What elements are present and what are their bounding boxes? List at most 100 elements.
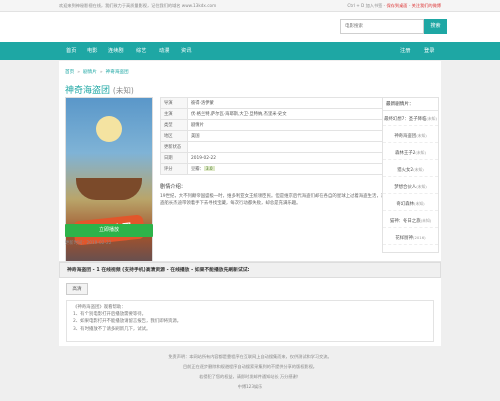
bookmark-hint: Ctrl + D 加入书签 (347, 3, 383, 8)
info-value: 2019-02-22 (187, 152, 389, 164)
sidebar-item[interactable]: 梦想合伙人(未知) (383, 180, 438, 194)
nav-item-news[interactable]: 资讯 (181, 42, 191, 60)
sidebar-item-name: 最终幻想7：圣子降临 (384, 117, 427, 122)
info-key: 类型 (160, 119, 188, 131)
info-key: 日期 (160, 152, 188, 164)
sidebar-item-name: 奇幻森林 (396, 202, 414, 207)
sidebar-title: 最新剧情片： (383, 98, 438, 111)
top-links: Ctrl + D 加入书签 - 保存到桌面 - 关注我们的微博 (347, 3, 441, 9)
info-value: 彼得·洛伊蒙 (187, 97, 389, 109)
welcome-text: 欢迎来到神秘影视在线，我们致力于高质量影视，记住我们的域名 www.13kdx.… (59, 3, 217, 8)
info-key: 评分 (160, 163, 188, 175)
sidebar-item[interactable]: 奇幻森林(未知) (383, 197, 438, 211)
info-value: 剧情片 (187, 119, 389, 131)
play-now-button[interactable]: 立即播放 (65, 224, 153, 237)
movie-title: 神奇海盗团 (65, 86, 111, 96)
nav-item-movies[interactable]: 电影 (87, 42, 97, 60)
sidebar-item-status: (未知) (426, 116, 437, 121)
info-row-status: 更新状态 (160, 141, 389, 153)
header: 搜索 (0, 12, 500, 42)
save-desktop-link[interactable]: 保存到桌面 (387, 3, 408, 8)
top-bar: 欢迎来到神秘影视在线，我们致力于高质量影视，记住我们的域名 www.13kdx.… (0, 0, 500, 12)
info-key: 更新状态 (160, 141, 188, 153)
info-row-genre: 类型 剧情片 (160, 119, 389, 131)
play-section: 神奇海盗团 - 1 在线视频 (支持手机)高清资源 - 在线播放 - 如果不能播… (59, 261, 441, 346)
sidebar-item-name: 猎火女2 (397, 168, 414, 173)
nav-item-series[interactable]: 连续剧 (108, 42, 124, 60)
info-value: 伏·格兰特,萨尔瓦·海耶斯,大卫·旦特纳,杰里米·史文 (187, 108, 389, 120)
sidebar-item-status: (未知) (414, 201, 425, 206)
breadcrumb: 首页» 剧情片» 神奇海盗团 (65, 69, 129, 75)
sidebar-item-name: 森林王子2 (395, 151, 416, 156)
nav-item-home[interactable]: 首页 (66, 42, 76, 60)
sidebar-item-name: 花样厨神 (395, 236, 413, 241)
synopsis-text: 19世纪，大不列颠帝国盛极一时，维多利亚女王统领臣民。但是维京后代海盗们却在各自… (160, 194, 386, 207)
sidebar-item[interactable]: 花样厨神(2016) (383, 231, 438, 245)
breadcrumb-category[interactable]: 剧情片 (83, 70, 97, 75)
footer-disclaimer: 目前正在逐步删除和规避程序自动搜索采集到的不提供分享的版权影视。 (182, 364, 317, 369)
sidebar-item[interactable]: 猫神：冬日之旅(未知) (383, 214, 438, 228)
footer-contact: 若侵犯了您的权益，请即时发邮件通知站长 万分感谢！ (199, 374, 301, 379)
search-box: 搜索 (340, 19, 447, 34)
search-button[interactable]: 搜索 (424, 19, 447, 34)
poster-sun-graphic (96, 116, 122, 142)
movie-poster[interactable]: 神奇海盗团 (65, 97, 153, 283)
rating-source: 豆瓣： (191, 167, 204, 172)
breadcrumb-home[interactable]: 首页 (65, 70, 74, 75)
sidebar-item-name: 梦想合伙人 (394, 185, 417, 190)
login-link[interactable]: 登录 (424, 42, 434, 60)
info-value: 豆瓣： 3.0 (187, 163, 389, 175)
info-row-cast: 主演 伏·格兰特,萨尔瓦·海耶斯,大卫·旦特纳,杰里米·史文 (160, 108, 389, 120)
info-key: 导演 (160, 97, 188, 109)
play-help-box: 《神奇海盗团》观看帮助： 1、有个别电影打开后播放需要等待。 2、如果电影打开不… (66, 300, 434, 342)
movie-status: (未知) (112, 86, 134, 95)
sidebar-item-status: (未知) (413, 167, 424, 172)
play-help-line: 2、如果电影打开不能播放请留言报告，我们即将资源。 (73, 319, 182, 325)
breadcrumb-separator: » (77, 70, 81, 75)
play-source-tab[interactable]: 高清 (66, 283, 88, 295)
footer-disclaimer: 免责声明：本网站所有内容都是靠程序在互联网上自动搜集而来，仅供测试和学习交流。 (168, 354, 332, 359)
movie-info-table: 导演 彼得·洛伊蒙 主演 伏·格兰特,萨尔瓦·海耶斯,大卫·旦特纳,杰里米·史文 类… (160, 97, 389, 175)
breadcrumb-current[interactable]: 神奇海盗团 (106, 70, 129, 75)
footer: 免责声明：本网站所有内容都是靠程序在互联网上自动搜集而来，仅供测试和学习交流。 … (0, 352, 500, 392)
sidebar-item[interactable]: 最终幻想7：圣子降临(未知) (383, 112, 438, 126)
rating-badge: 3.0 (203, 166, 215, 171)
play-help-line: 1、有个别电影打开后播放需要等待。 (73, 312, 147, 318)
synopsis-title: 剧情介绍： (160, 184, 186, 190)
latest-list-sidebar: 最新剧情片： 最终幻想7：圣子降临(未知) 神奇海盗团(未知) 森林王子2(未知… (382, 97, 439, 253)
update-time-label: 更新时间： (65, 241, 87, 246)
poster-ship-graphic (76, 178, 142, 200)
footer-site-name: 中博123娱乐 (237, 384, 263, 389)
info-row-director: 导演 彼得·洛伊蒙 (160, 97, 389, 109)
info-key: 地区 (160, 130, 188, 142)
nav-item-variety[interactable]: 综艺 (136, 42, 146, 60)
about-link[interactable]: 关注我们的微博 (412, 3, 441, 8)
breadcrumb-separator: » (99, 70, 103, 75)
synopsis: 剧情介绍： 19世纪，大不列颠帝国盛极一时，维多利亚女王统领臣民。但是维京后代海… (160, 183, 389, 207)
sidebar-item-status: (未知) (415, 150, 426, 155)
sidebar-item-name: 猫神：冬日之旅 (389, 219, 421, 224)
update-time-value: 2019-02-22 (86, 241, 112, 246)
info-value: 美国 (187, 130, 389, 142)
info-value (187, 141, 389, 153)
sidebar-item-status: (未知) (420, 218, 432, 223)
sidebar-item[interactable]: 猎火女2(未知) (383, 163, 438, 177)
info-key: 主演 (160, 108, 188, 120)
play-help-line: 3、有时播放不了请多刷新几下，试试。 (73, 326, 151, 332)
sidebar-item[interactable]: 神奇海盗团(未知) (383, 129, 438, 143)
nav-item-anime[interactable]: 动漫 (159, 42, 169, 60)
register-link[interactable]: 注册 (400, 42, 410, 60)
sidebar-item-status: (2016) (412, 235, 426, 240)
sidebar-item[interactable]: 森林王子2(未知) (383, 146, 438, 160)
info-row-rating: 评分 豆瓣： 3.0 (160, 163, 389, 175)
sidebar-item-status: (未知) (416, 184, 427, 189)
info-row-region: 地区 美国 (160, 130, 389, 142)
sidebar-item-name: 神奇海盗团 (394, 134, 417, 139)
info-row-date: 日期 2019-02-22 (160, 152, 389, 164)
play-section-header: 神奇海盗团 - 1 在线视频 (支持手机)高清资源 - 在线播放 - 如果不能播… (59, 262, 441, 278)
play-help-title: 《神奇海盗团》观看帮助： (73, 305, 126, 310)
search-input[interactable] (340, 19, 424, 34)
main-nav: 首页 电影 连续剧 综艺 动漫 资讯 注册 登录 (0, 42, 500, 60)
page-title: 神奇海盗团 (未知) (65, 83, 134, 96)
update-time: 更新时间：2019-02-22 (65, 240, 111, 246)
